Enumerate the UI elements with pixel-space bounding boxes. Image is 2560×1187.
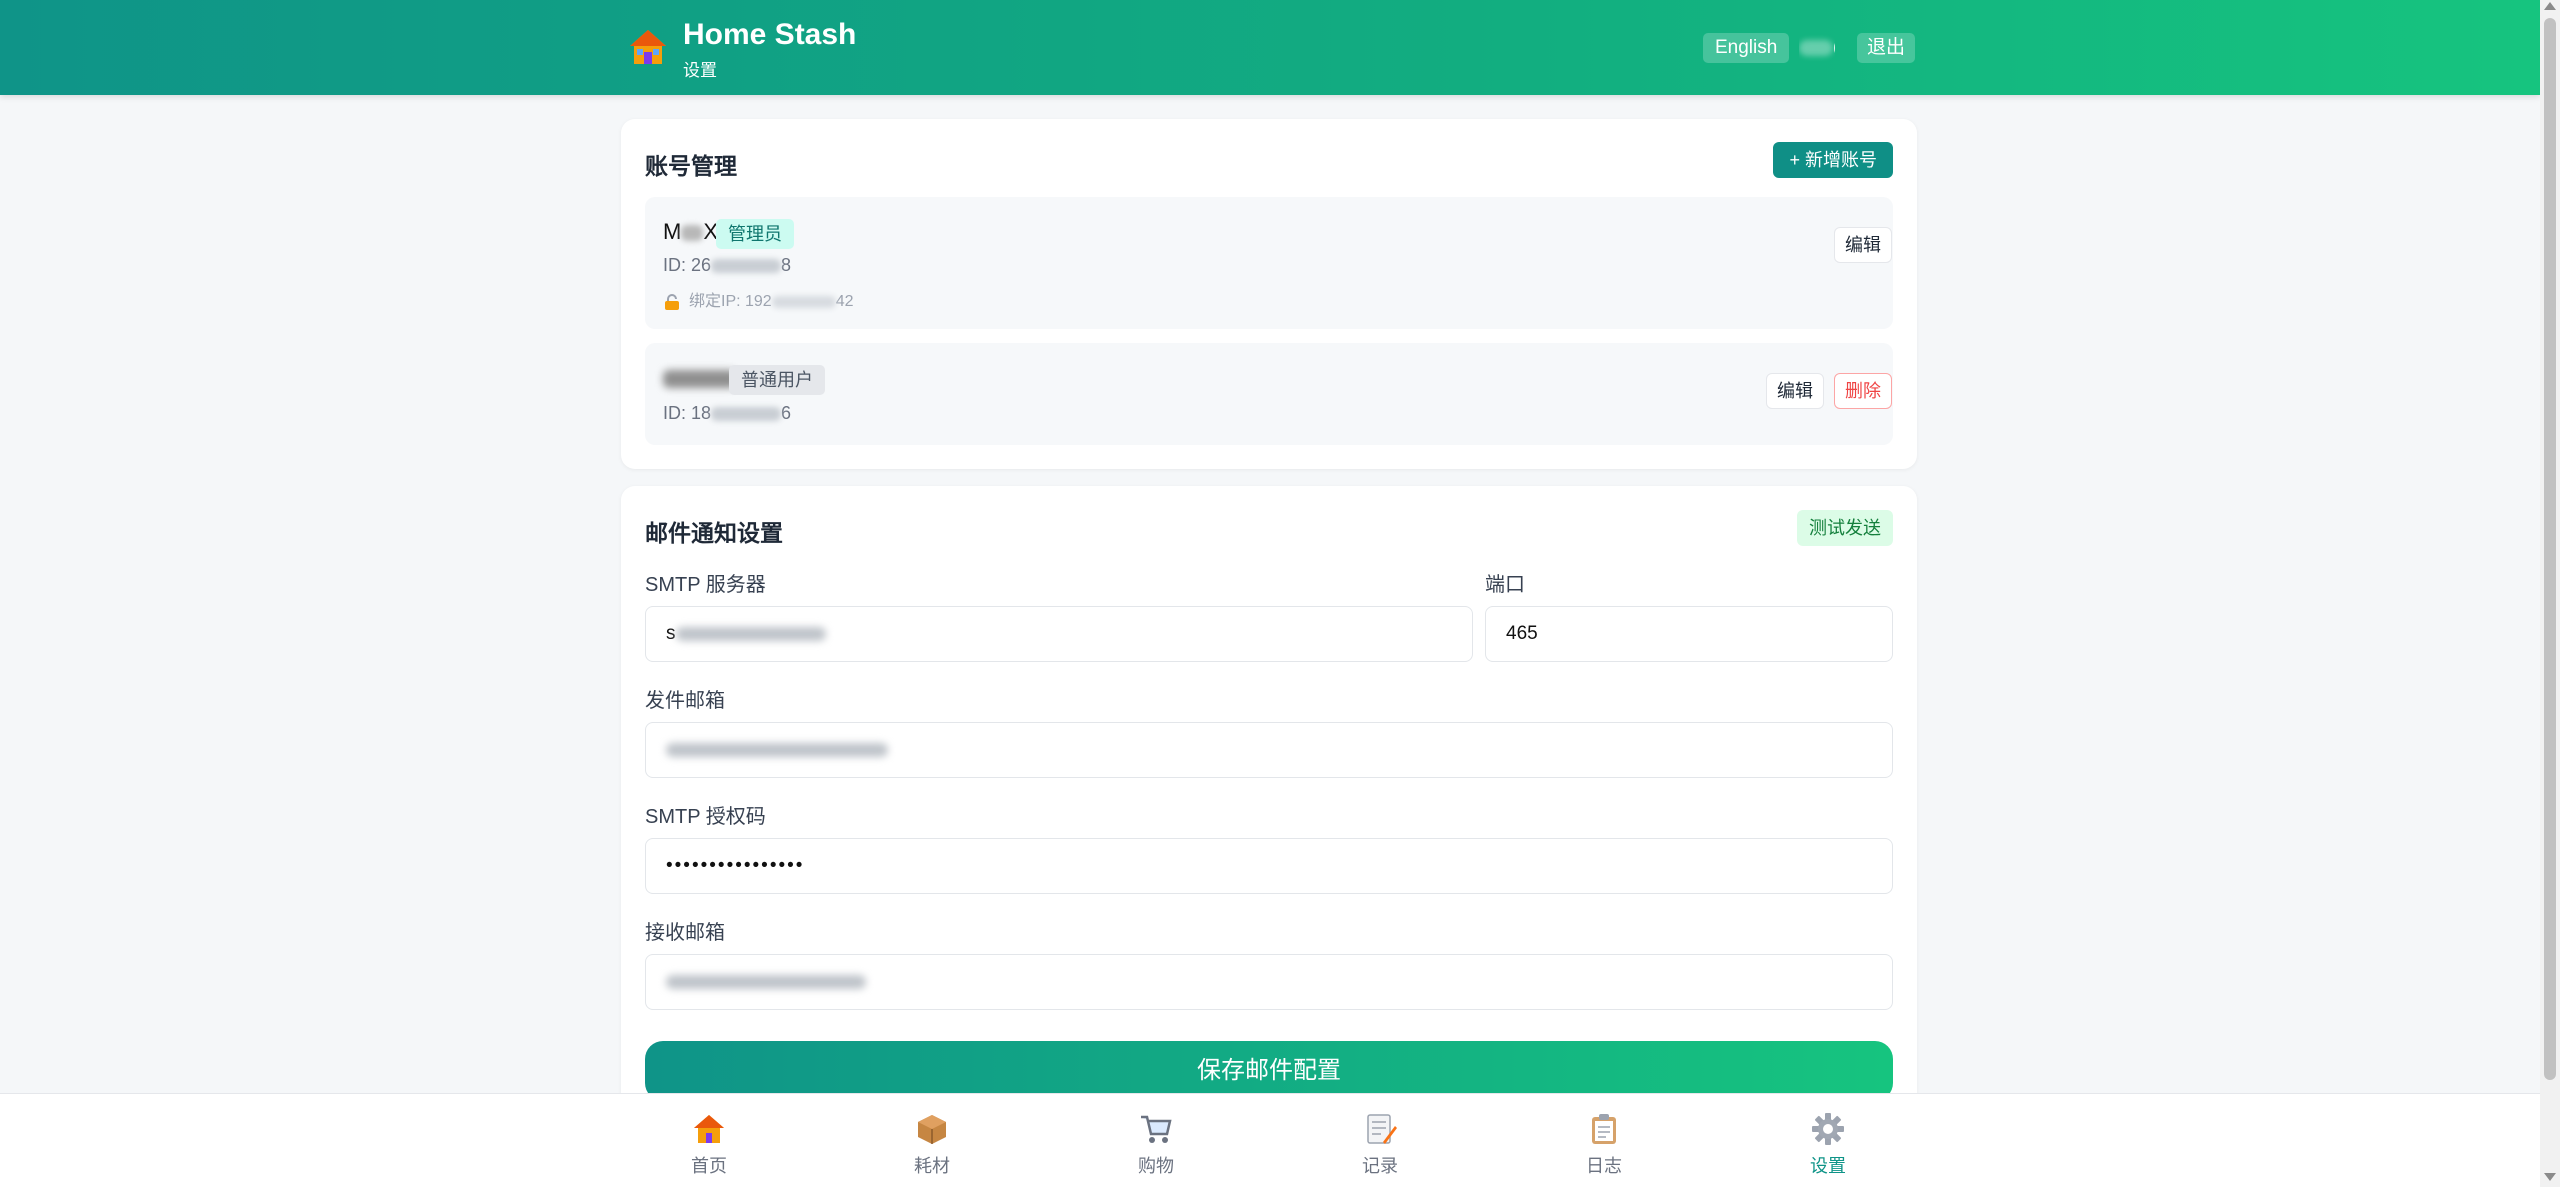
redacted-blur	[681, 225, 704, 242]
smtp-auth-code-input[interactable]: ••••••••••••••••	[645, 838, 1893, 894]
nav-label: 耗材	[914, 1156, 950, 1176]
redacted-blur	[666, 974, 866, 989]
sender-email-label: 发件邮箱	[645, 690, 725, 712]
redacted-blur	[711, 259, 782, 274]
add-account-button[interactable]: + 新增账号	[1773, 142, 1893, 178]
redacted-blur	[771, 295, 836, 308]
test-send-button[interactable]: 测试发送	[1797, 510, 1893, 546]
nav-label: 设置	[1810, 1156, 1846, 1176]
language-toggle-button[interactable]: English	[1703, 33, 1790, 63]
save-email-config-button[interactable]: 保存邮件配置	[645, 1041, 1893, 1101]
edit-account-button[interactable]: 编辑	[1766, 373, 1824, 409]
header-inner: Home Stash 设置 English ( 退出	[621, 0, 1917, 95]
app-title: Home Stash	[683, 18, 857, 51]
logout-button[interactable]: 退出	[1857, 33, 1916, 63]
scroll-up-arrow-icon[interactable]	[2544, 2, 2556, 10]
cart-icon	[1141, 1115, 1172, 1143]
email-settings-card: 邮件通知设置 测试发送 SMTP 服务器 s 端口 465 发件邮箱 SMTP …	[621, 486, 1917, 1126]
edit-account-button[interactable]: 编辑	[1834, 227, 1892, 263]
nav-item-supplies[interactable]: 耗材	[872, 1094, 992, 1187]
account-name	[663, 365, 737, 391]
port-input[interactable]: 465	[1485, 606, 1893, 662]
lock-icon	[665, 293, 679, 310]
role-badge-admin: 管理员	[716, 219, 794, 249]
nav-label: 购物	[1138, 1156, 1174, 1176]
scroll-thumb[interactable]	[2544, 18, 2556, 1080]
redacted-blur	[663, 370, 737, 389]
role-badge-user: 普通用户	[729, 365, 825, 395]
account-bound-ip: 绑定IP: 192 42	[663, 287, 854, 311]
port-label: 端口	[1485, 574, 1525, 596]
delete-account-button[interactable]: 删除	[1834, 373, 1892, 409]
app-header: Home Stash 设置 English ( 退出	[0, 0, 2540, 95]
house-icon	[630, 30, 666, 64]
gear-icon	[1812, 1113, 1844, 1145]
sender-email-input[interactable]	[645, 722, 1893, 778]
account-management-title: 账号管理	[645, 153, 737, 179]
smtp-auth-code-label: SMTP 授权码	[645, 806, 766, 828]
email-settings-title: 邮件通知设置	[645, 520, 783, 546]
clipboard-icon	[1592, 1114, 1616, 1144]
nav-item-shopping[interactable]: 购物	[1096, 1094, 1216, 1187]
nav-label: 记录	[1362, 1156, 1398, 1176]
redacted-blur	[711, 407, 782, 422]
account-name: MX	[663, 219, 719, 244]
account-id: ID: 18 6	[663, 403, 792, 423]
nav-label: 日志	[1586, 1156, 1622, 1176]
nav-item-records[interactable]: 记录	[1320, 1094, 1440, 1187]
smtp-server-input[interactable]: s	[645, 606, 1473, 662]
account-row: MX 管理员 ID: 26 8 绑定IP: 192 42 编辑	[645, 197, 1893, 329]
home-icon	[694, 1115, 724, 1143]
smtp-server-label: SMTP 服务器	[645, 574, 766, 596]
nav-label: 首页	[691, 1156, 727, 1176]
receiver-email-input[interactable]	[645, 954, 1893, 1010]
memo-icon	[1367, 1114, 1397, 1144]
receiver-email-label: 接收邮箱	[645, 922, 725, 944]
redacted-blur	[675, 626, 826, 641]
page-scrollbar[interactable]	[2540, 0, 2560, 1187]
redacted-blur	[666, 742, 888, 757]
account-management-card: 账号管理 + 新增账号 MX 管理员 ID: 26 8 绑定IP: 192 42 编…	[621, 119, 1917, 469]
nav-item-log[interactable]: 日志	[1544, 1094, 1664, 1187]
user-name[interactable]: (	[1799, 33, 1835, 63]
redacted-blur	[1799, 39, 1833, 56]
page-subtitle: 设置	[683, 61, 717, 80]
bottom-navigation: 首页 耗材 购物 记录 日志 设置	[0, 1093, 2540, 1187]
scroll-down-arrow-icon[interactable]	[2544, 1173, 2556, 1181]
nav-item-settings[interactable]: 设置	[1768, 1094, 1888, 1187]
account-id: ID: 26 8	[663, 255, 792, 275]
nav-item-home[interactable]: 首页	[649, 1094, 769, 1187]
account-row: 普通用户 ID: 18 6 编辑 删除	[645, 343, 1893, 445]
package-icon	[918, 1115, 946, 1144]
